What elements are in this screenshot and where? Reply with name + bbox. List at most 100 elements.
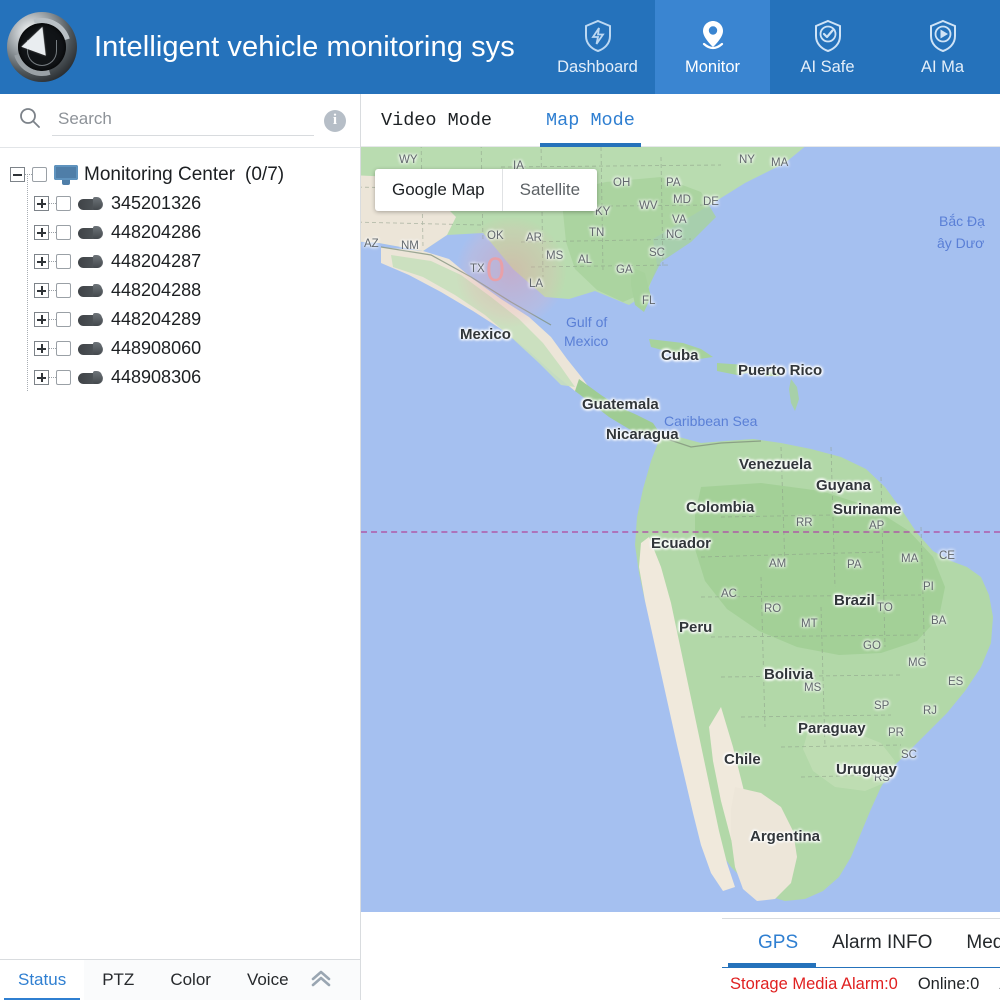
map-state-label: AZ [364, 238, 379, 250]
map-state-label: AL [578, 254, 593, 266]
tree-expand-toggle[interactable] [34, 196, 49, 211]
search-icon [18, 106, 42, 135]
map-state-label: AP [869, 520, 885, 532]
tree-device-checkbox[interactable] [56, 341, 71, 356]
tree-collapse-toggle[interactable] [10, 167, 25, 182]
map-country-label: Peru [679, 619, 713, 636]
tree-device-checkbox[interactable] [56, 225, 71, 240]
tree-root-checkbox[interactable] [32, 167, 47, 182]
equator-line [361, 531, 1000, 533]
map-ocean-label: ây Dươ [937, 235, 985, 251]
vehicle-icon [78, 225, 103, 240]
app-root: Intelligent vehicle monitoring sys Dashb… [0, 0, 1000, 1000]
shield-play-icon [928, 19, 958, 53]
bottom-panel: GPS Alarm INFO Media Files System Storag… [722, 918, 1000, 1000]
status-online: Online:0 [917, 974, 980, 993]
status-storage-media-alarm: Storage Media Alarm:0 [730, 974, 898, 993]
tree-device-row[interactable]: 448204287 [10, 247, 360, 276]
tab-map-mode[interactable]: Map Mode [540, 94, 641, 147]
double-chevron-up-icon[interactable] [308, 967, 334, 993]
map-country-label: Cuba [661, 347, 699, 364]
nav-tab-label: AI Safe [800, 57, 855, 76]
tree-device-checkbox[interactable] [56, 312, 71, 327]
sidebar-tab-status[interactable]: Status [0, 959, 85, 1000]
map-country-label: Mexico [460, 326, 511, 343]
map-country-label: Brazil [834, 592, 875, 609]
map-country-label: Paraguay [798, 720, 866, 737]
vehicle-count-marker[interactable]: 0 [486, 251, 505, 290]
device-tree: Monitoring Center (0/7) 345201326 448204… [0, 148, 360, 392]
tree-device-checkbox[interactable] [56, 254, 71, 269]
map-state-label: LA [529, 278, 544, 290]
nav-tab-ai-manage[interactable]: AI Ma [885, 0, 1000, 94]
tree-expand-toggle[interactable] [34, 283, 49, 298]
sidebar-tab-color[interactable]: Color [152, 960, 229, 1000]
nav-tab-dashboard[interactable]: Dashboard [540, 0, 655, 94]
tree-connector [25, 174, 32, 175]
map-country-label: Guyana [816, 477, 872, 494]
nav-tab-label: Dashboard [557, 57, 638, 76]
tree-device-label: 448204287 [111, 251, 202, 271]
map-state-label: MT [801, 618, 818, 630]
tree-expand-toggle[interactable] [34, 370, 49, 385]
map-state-label: TO [877, 602, 893, 614]
tree-root-monitoring-center[interactable]: Monitoring Center (0/7) [10, 160, 360, 189]
tree-connector [49, 377, 56, 378]
tree-device-checkbox[interactable] [56, 370, 71, 385]
tree-device-row[interactable]: 448204288 [10, 276, 360, 305]
nav-tab-monitor[interactable]: Monitor [655, 0, 770, 94]
nav-tab-ai-safe[interactable]: AI Safe [770, 0, 885, 94]
info-icon[interactable]: i [324, 109, 346, 132]
map-state-label: MD [673, 194, 691, 206]
tree-expand-toggle[interactable] [34, 254, 49, 269]
tree-connector [49, 319, 56, 320]
tree-expand-toggle[interactable] [34, 341, 49, 356]
tree-device-label: 448908060 [111, 338, 202, 358]
map-state-label: PA [847, 559, 862, 571]
nav-tab-label: AI Ma [920, 57, 965, 76]
sidebar-tab-voice[interactable]: Voice [229, 960, 307, 1000]
tree-expand-toggle[interactable] [34, 225, 49, 240]
vehicle-icon [78, 283, 103, 298]
page-title: Intelligent vehicle monitoring sys [94, 30, 515, 63]
map-country-label: Bolivia [764, 666, 814, 683]
tree-device-row[interactable]: 448908060 [10, 334, 360, 363]
sidebar-tab-ptz[interactable]: PTZ [84, 960, 152, 1000]
map-country-label: Argentina [750, 828, 821, 845]
map-type-google-map[interactable]: Google Map [375, 169, 502, 211]
tree-expand-toggle[interactable] [34, 312, 49, 327]
bottom-tab-gps[interactable]: GPS [727, 919, 817, 967]
map-state-label: WV [639, 200, 658, 212]
app-logo [0, 0, 84, 94]
map-canvas[interactable]: 0 Google Map Satellite WYIANYMAILINOHPAM… [361, 147, 1000, 912]
map-country-label: Nicaragua [606, 426, 679, 443]
map-type-control: Google Map Satellite [375, 169, 598, 211]
tree-device-checkbox[interactable] [56, 283, 71, 298]
search-input[interactable] [52, 105, 314, 136]
bottom-tab-alarm-info[interactable]: Alarm INFO [824, 919, 940, 967]
map-state-label: NY [739, 154, 755, 166]
tree-device-checkbox[interactable] [56, 196, 71, 211]
tree-device-row[interactable]: 448908306 [10, 363, 360, 392]
map-ocean-label: Mexico [564, 333, 609, 349]
map-country-label: Colombia [686, 499, 755, 516]
tab-video-mode[interactable]: Video Mode [375, 94, 498, 147]
monitor-icon [54, 164, 78, 185]
map-state-label: TX [470, 263, 485, 275]
tree-connector [49, 348, 56, 349]
map-state-label: AC [721, 588, 737, 600]
tree-device-row[interactable]: 345201326 [10, 189, 360, 218]
bottom-tab-media-files[interactable]: Media Files [958, 919, 1000, 967]
map-country-label: Ecuador [651, 535, 712, 552]
mode-tab-bar: Video Mode Map Mode [361, 94, 1000, 147]
map-state-label: MA [771, 157, 789, 169]
map-state-label: PI [923, 581, 934, 593]
tree-device-row[interactable]: 448204289 [10, 305, 360, 334]
tree-device-row[interactable]: 448204286 [10, 218, 360, 247]
logo-ring [7, 12, 77, 82]
main-content: Video Mode Map Mode 0 Google Map Satelli… [361, 94, 1000, 1000]
map-state-label: PR [888, 727, 904, 739]
map-type-satellite[interactable]: Satellite [501, 169, 597, 211]
map-country-label: Uruguay [836, 761, 897, 778]
map-country-label: Suriname [833, 501, 902, 518]
